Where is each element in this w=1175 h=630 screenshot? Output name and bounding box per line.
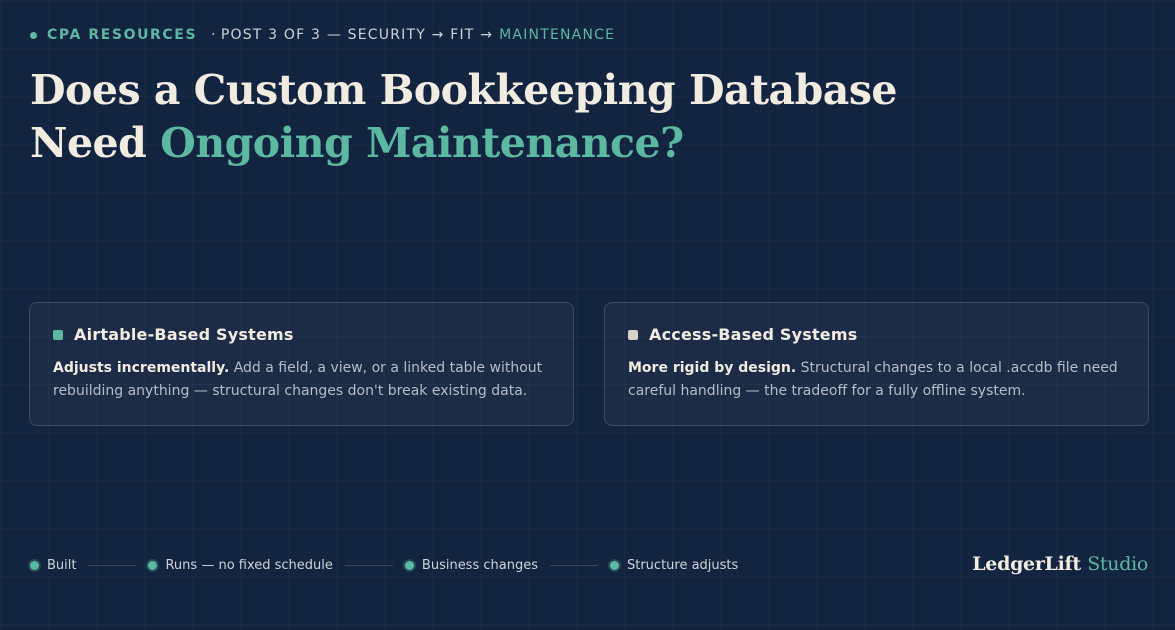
series-current: MAINTENANCE: [499, 27, 616, 43]
timeline-step: Business changes: [404, 558, 538, 573]
access-marker-icon: [628, 329, 638, 340]
title-line-2-plain: Need: [30, 119, 147, 167]
timeline-connector: [344, 565, 393, 566]
card-title: Airtable-Based Systems: [74, 325, 294, 344]
eyebrow-separator: ·: [211, 27, 217, 43]
timeline-step-label: Business changes: [421, 558, 538, 573]
card-title: Access-Based Systems: [649, 325, 858, 344]
card-header: Access-Based Systems: [628, 325, 1125, 344]
brand-logo[interactable]: LedgerLift Studio: [972, 553, 1148, 575]
eyebrow-dot: [30, 31, 37, 39]
timeline-dot-icon: [609, 561, 619, 570]
timeline-connector: [88, 565, 137, 566]
timeline-dot-icon: [148, 561, 158, 570]
eyebrow: CPA RESOURCES · POST 3 OF 3 — SECURITY →…: [30, 27, 615, 43]
timeline-dot-icon: [30, 561, 39, 570]
lifecycle-timeline: Built Runs — no fixed schedule Business …: [30, 558, 738, 573]
timeline-step-label: Structure adjusts: [626, 558, 739, 573]
timeline-step: Structure adjusts: [609, 558, 739, 573]
title-line-1: Does a Custom Bookkeeping Database: [30, 66, 898, 114]
brand-suffix: Studio: [1087, 553, 1148, 575]
card-header: Airtable-Based Systems: [53, 325, 550, 344]
timeline-step: Built: [30, 558, 76, 573]
timeline-step-label: Built: [47, 558, 77, 573]
card-lead: More rigid by design.: [628, 360, 797, 376]
card-body: Adjusts incrementally. Add a field, a vi…: [53, 357, 550, 403]
airtable-marker-icon: [53, 329, 63, 340]
access-card: Access-Based Systems More rigid by desig…: [604, 302, 1149, 426]
timeline-connector: [549, 565, 598, 566]
timeline-step: Runs — no fixed schedule: [148, 558, 333, 573]
card-lead: Adjusts incrementally.: [53, 360, 230, 376]
timeline-step-label: Runs — no fixed schedule: [165, 558, 333, 573]
card-body: More rigid by design. Structural changes…: [628, 357, 1125, 403]
timeline-dot-icon: [404, 561, 414, 570]
airtable-card: Airtable-Based Systems Adjusts increment…: [29, 302, 574, 426]
title-line-2-accent: Ongoing Maintenance?: [160, 119, 684, 167]
series-progress: POST 3 OF 3 — SECURITY → FIT →: [220, 27, 494, 43]
page-title: Does a Custom Bookkeeping Database Need …: [30, 64, 898, 170]
category-label[interactable]: CPA RESOURCES: [47, 27, 197, 43]
brand-name: LedgerLift: [972, 553, 1081, 575]
